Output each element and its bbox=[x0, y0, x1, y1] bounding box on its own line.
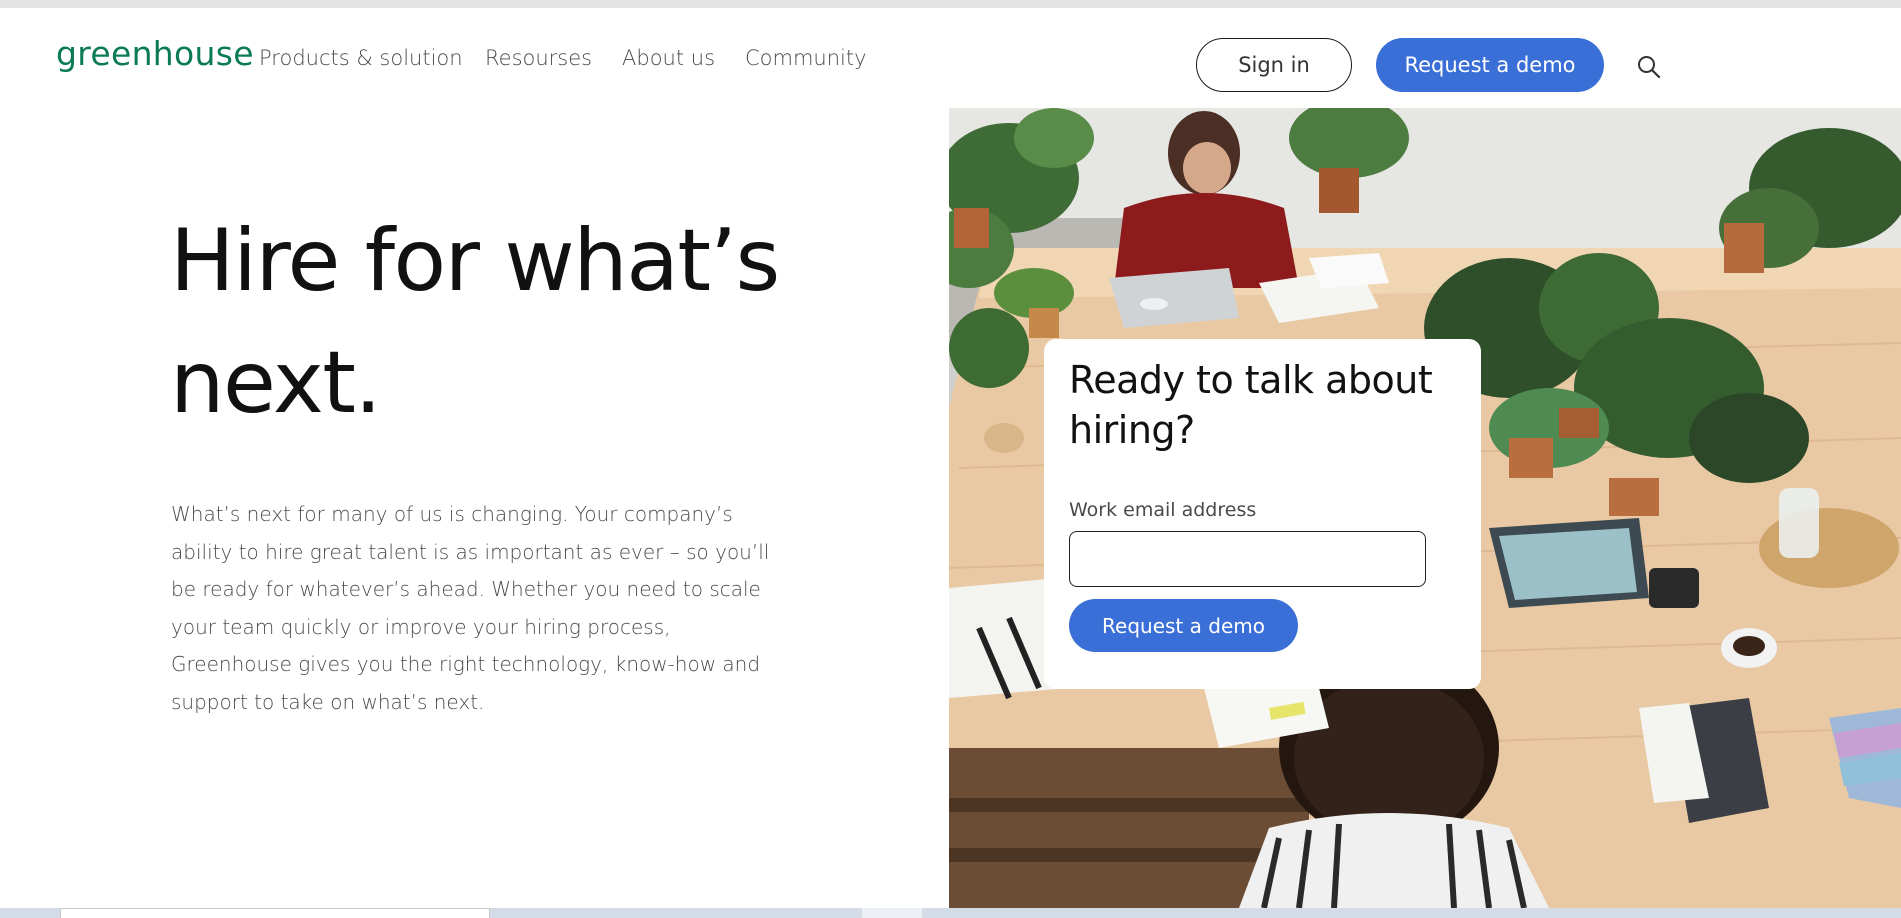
browser-top-strip bbox=[0, 0, 1901, 8]
hero-description: What’s next for many of us is changing. … bbox=[171, 502, 770, 714]
site-header: greenhouse Products & solution Resourses… bbox=[0, 8, 1901, 108]
request-demo-form-button[interactable]: Request a demo bbox=[1069, 599, 1298, 652]
demo-request-form: Ready to talk about hiring? Work email a… bbox=[1044, 339, 1481, 689]
bottom-window-tab[interactable] bbox=[60, 908, 490, 918]
nav-products-solution[interactable]: Products & solution bbox=[259, 46, 463, 70]
hero-title-line-1: Hire for what’s bbox=[170, 211, 780, 311]
nav-community[interactable]: Community bbox=[745, 46, 867, 70]
nav-resources[interactable]: Resourses bbox=[485, 46, 592, 70]
greenhouse-logo[interactable]: greenhouse bbox=[56, 34, 254, 73]
search-icon[interactable] bbox=[1636, 54, 1662, 80]
email-label: Work email address bbox=[1069, 499, 1257, 521]
sign-in-button[interactable]: Sign in bbox=[1196, 38, 1352, 92]
bottom-strip-segment bbox=[862, 908, 922, 918]
work-email-input[interactable] bbox=[1069, 531, 1426, 587]
request-demo-header-button[interactable]: Request a demo bbox=[1376, 38, 1604, 92]
hero-title: Hire for what’s next. bbox=[170, 200, 870, 444]
form-title: Ready to talk about hiring? bbox=[1069, 358, 1433, 452]
nav-about-us[interactable]: About us bbox=[622, 46, 715, 70]
hero-title-line-2: next. bbox=[170, 333, 382, 433]
